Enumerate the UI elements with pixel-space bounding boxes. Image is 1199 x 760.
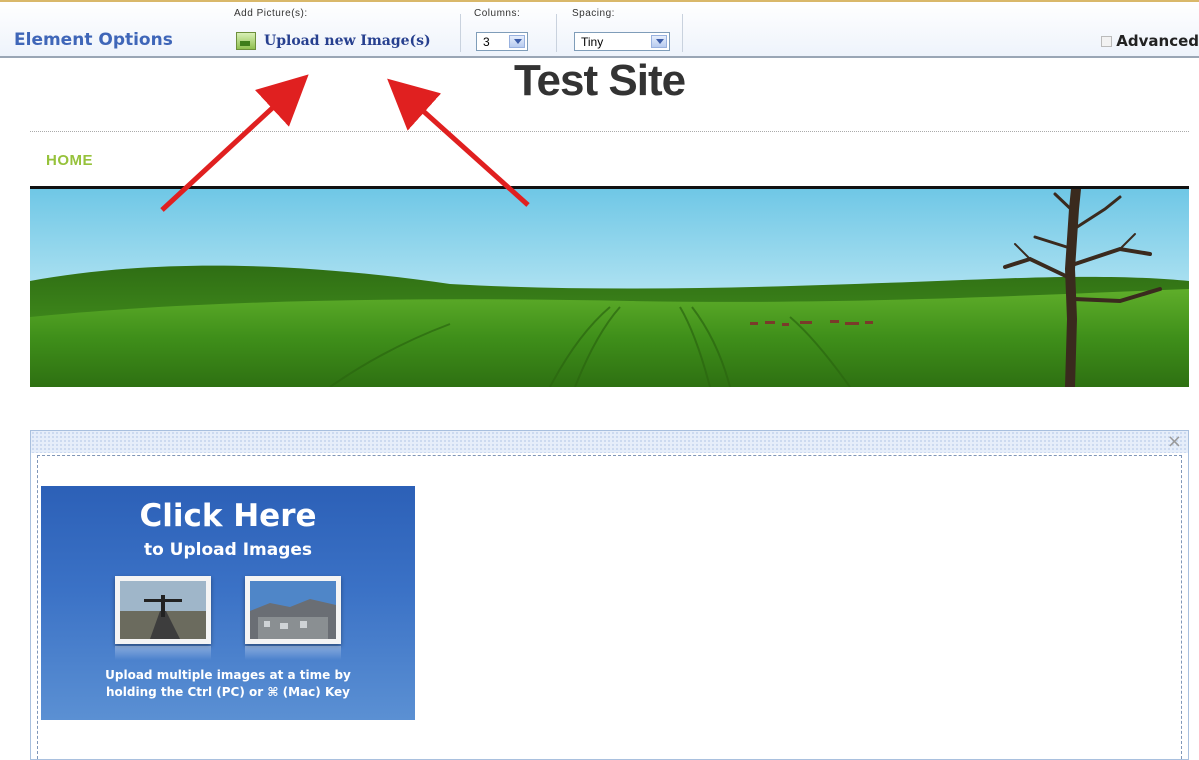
photo-city-image (250, 581, 336, 639)
spacing-label: Spacing: (572, 8, 615, 19)
columns-select[interactable]: 3 (476, 32, 528, 51)
columns-value: 3 (483, 35, 490, 49)
spacing-select[interactable]: Tiny (574, 32, 670, 51)
upload-hint-line-2: holding the Ctrl (PC) or ⌘ (Mac) Key (105, 685, 350, 699)
advanced-icon (1101, 35, 1113, 47)
advanced-label: Advanced (1116, 32, 1199, 50)
add-picture-label: Add Picture(s): (234, 8, 308, 19)
sample-photo-city (245, 576, 341, 644)
spacing-value: Tiny (581, 35, 604, 49)
photo-reflection (245, 646, 341, 660)
header-banner-image (30, 189, 1189, 387)
close-icon[interactable]: × (1167, 431, 1182, 452)
toolbar-divider (460, 14, 461, 52)
site-title: Test Site (513, 56, 686, 105)
upload-images-label: Upload new Image(s) (264, 33, 431, 49)
photo-reflection (115, 646, 211, 660)
select-arrow-icon (509, 35, 525, 48)
upload-card-heading: Click Here (139, 498, 317, 534)
upload-card-subheading: to Upload Images (143, 540, 313, 560)
photo-road-image (120, 581, 206, 639)
banner-landscape (30, 189, 1189, 387)
select-arrow-icon (651, 35, 667, 48)
element-header-bar (31, 431, 1188, 453)
element-options-toolbar: Element Options Add Picture(s): Upload n… (0, 0, 1199, 58)
nav-item-home[interactable]: HOME (46, 152, 93, 169)
upload-hint-line-1: Upload multiple images at a time by (105, 668, 351, 682)
header-divider (30, 131, 1189, 132)
advanced-button[interactable]: Advanced (1101, 32, 1199, 50)
upload-images-button[interactable]: Upload new Image(s) (236, 32, 431, 50)
toolbar-divider (682, 14, 683, 52)
click-to-upload-button[interactable]: Click Here to Upload Images Upload multi… (41, 486, 415, 720)
sample-photo-road (115, 576, 211, 644)
upload-image-icon (236, 32, 256, 50)
spacing-group: Spacing: (572, 8, 615, 19)
toolbar-divider (556, 14, 557, 52)
columns-label: Columns: (474, 8, 521, 19)
add-picture-group: Add Picture(s): (234, 8, 308, 19)
columns-group: Columns: (474, 8, 520, 19)
upload-card-hint: Upload multiple images at a time by hold… (41, 667, 415, 701)
toolbar-title: Element Options (14, 30, 173, 50)
